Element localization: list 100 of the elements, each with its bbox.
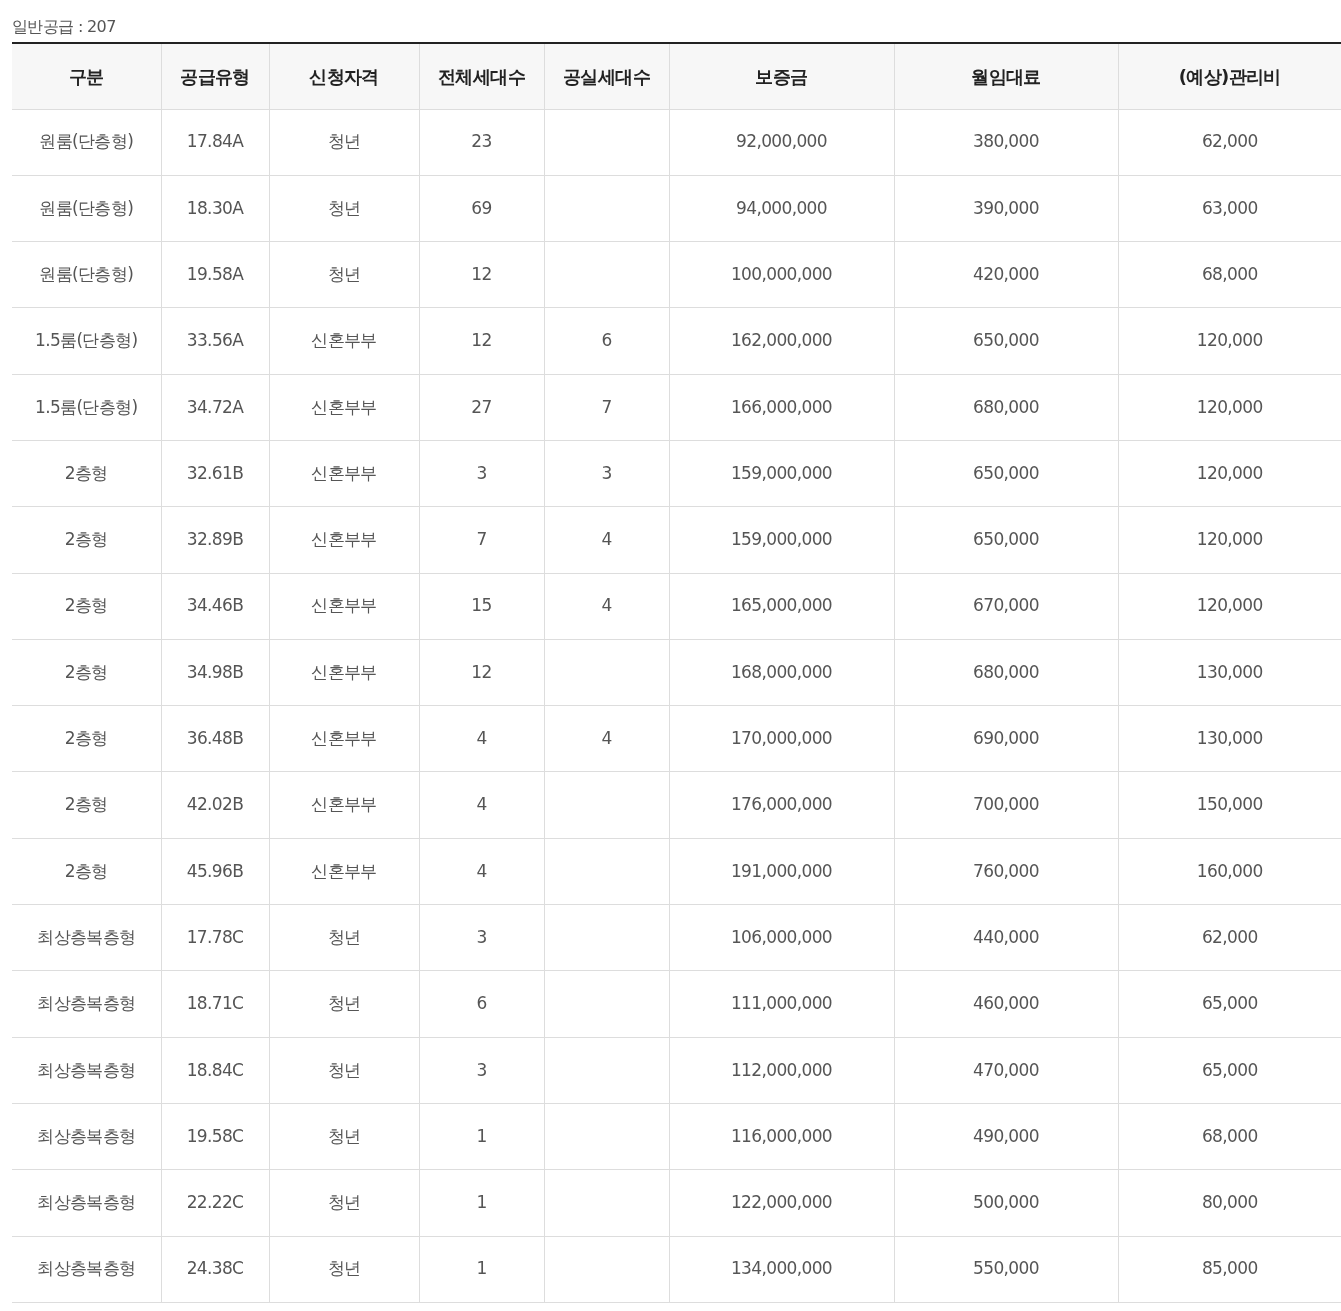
- table-cell: 1: [476, 1258, 487, 1279]
- table-cell: 62,000: [1201, 131, 1258, 152]
- table-cell: 650,000: [973, 529, 1039, 550]
- table-cell: 1: [476, 1125, 487, 1146]
- table-cell: 550,000: [973, 1258, 1039, 1279]
- table-cell: 7: [476, 529, 487, 550]
- column-header: 공실세대수: [544, 43, 669, 109]
- table-cell: 청년: [327, 197, 361, 218]
- table-cell: 68,000: [1201, 264, 1258, 284]
- table-cell: 15: [471, 595, 492, 616]
- table-cell: 청년: [327, 1192, 361, 1213]
- table-cell: 68,000: [1201, 1125, 1258, 1146]
- table-cell: 신혼부부: [311, 330, 377, 351]
- table-cell: 1.5룸(단층형): [34, 396, 138, 417]
- table-cell: 159,000,000: [730, 529, 833, 550]
- table-cell: 120,000: [1196, 330, 1263, 351]
- table-cell: 32.89B: [186, 529, 244, 550]
- table-cell: 2층형: [64, 529, 108, 550]
- table-cell: 22.22C: [186, 1192, 244, 1213]
- table-cell: 680,000: [973, 661, 1039, 682]
- table-cell: 2층형: [64, 462, 108, 483]
- table-cell: 7: [601, 396, 612, 417]
- column-header: 전체세대수: [419, 43, 544, 109]
- table-cell: 최상층복층형: [37, 926, 136, 947]
- table-cell: 120,000: [1196, 462, 1263, 483]
- table-cell: 1: [476, 1192, 487, 1213]
- table-cell: 460,000: [973, 993, 1039, 1014]
- table-cell: 6: [601, 330, 612, 351]
- table-cell: 166,000,000: [730, 396, 833, 417]
- table-cell: 760,000: [973, 860, 1039, 881]
- table-cell: 18.30A: [186, 197, 244, 218]
- table-cell: 32.61B: [186, 462, 244, 483]
- table-cell: 원룸(단층형): [39, 264, 134, 284]
- table-cell: 700,000: [973, 794, 1039, 815]
- column-header: (예상)관리비: [1118, 43, 1341, 109]
- table-cell: 4: [601, 529, 612, 550]
- table-cell: 130,000: [1196, 661, 1263, 682]
- table-cell: 690,000: [973, 728, 1039, 749]
- table-cell: 170,000,000: [730, 728, 833, 749]
- table-cell: 19.58A: [186, 264, 244, 284]
- table-cell: 최상층복층형: [37, 1059, 136, 1080]
- table-cell: 33.56A: [186, 330, 244, 351]
- table-cell: 2층형: [64, 860, 108, 881]
- table-cell: 청년: [327, 926, 361, 947]
- table-cell: 106,000,000: [730, 926, 833, 947]
- table-cell: 17.84A: [186, 131, 244, 152]
- table-cell: 69: [471, 197, 492, 218]
- column-header: 신청자격: [269, 43, 419, 109]
- column-header: 월임대료: [894, 43, 1118, 109]
- table-cell: 신혼부부: [311, 595, 377, 616]
- table-cell: 최상층복층형: [37, 1125, 136, 1146]
- table-cell: 120,000: [1196, 529, 1263, 550]
- table-cell: 34.46B: [186, 595, 244, 616]
- table-cell: 191,000,000: [730, 860, 833, 881]
- table-cell: 4: [476, 794, 487, 815]
- table-cell: 12: [471, 264, 492, 284]
- table-cell: 162,000,000: [730, 330, 833, 351]
- table-cell: 34.72A: [186, 396, 244, 417]
- table-cell: 12: [471, 330, 492, 351]
- table-cell: 원룸(단층형): [39, 131, 134, 152]
- table-cell: 94,000,000: [736, 197, 827, 218]
- table-cell: 34.98B: [186, 661, 244, 682]
- table-cell: 2층형: [64, 595, 108, 616]
- table-cell: 165,000,000: [730, 595, 833, 616]
- table-cell: 130,000: [1196, 728, 1263, 749]
- table-cell: 3: [476, 926, 487, 947]
- table-cell: 4: [601, 595, 612, 616]
- table-cell: 2층형: [64, 728, 108, 749]
- table-cell: 12: [471, 661, 492, 682]
- table-cell: 원룸(단층형): [39, 197, 134, 218]
- table-cell: 18.84C: [186, 1059, 244, 1080]
- table-cell: 신혼부부: [311, 396, 377, 417]
- table-cell: 85,000: [1201, 1258, 1258, 1279]
- table-cell: 440,000: [973, 926, 1039, 947]
- table-cell: 470,000: [973, 1059, 1039, 1080]
- table-cell: 490,000: [973, 1125, 1039, 1146]
- table-cell: 23: [471, 131, 492, 152]
- table-cell: 420,000: [973, 264, 1039, 284]
- column-header: 구분: [12, 43, 161, 109]
- table-cell: 80,000: [1201, 1192, 1258, 1213]
- table-cell: 92,000,000: [736, 131, 827, 152]
- column-header: 공급유형: [161, 43, 269, 109]
- table-cell: 최상층복층형: [37, 1192, 136, 1213]
- table-cell: 2층형: [64, 794, 108, 815]
- table-cell: 168,000,000: [730, 661, 833, 682]
- table-cell: 신혼부부: [311, 462, 377, 483]
- table-cell: 4: [476, 860, 487, 881]
- table-cell: 최상층복층형: [37, 1258, 136, 1279]
- table-cell: 116,000,000: [730, 1125, 833, 1146]
- table-cell: 청년: [327, 131, 361, 152]
- table-cell: 17.78C: [186, 926, 244, 947]
- table-cell: 신혼부부: [311, 860, 377, 881]
- table-cell: 112,000,000: [730, 1059, 833, 1080]
- table-cell: 670,000: [973, 595, 1039, 616]
- table-cell: 1.5룸(단층형): [34, 330, 138, 351]
- table-cell: 청년: [327, 264, 361, 284]
- table-cell: 134,000,000: [730, 1258, 833, 1279]
- table-cell: 신혼부부: [311, 728, 377, 749]
- table-cell: 19.58C: [186, 1125, 244, 1146]
- column-header: 보증금: [669, 43, 894, 109]
